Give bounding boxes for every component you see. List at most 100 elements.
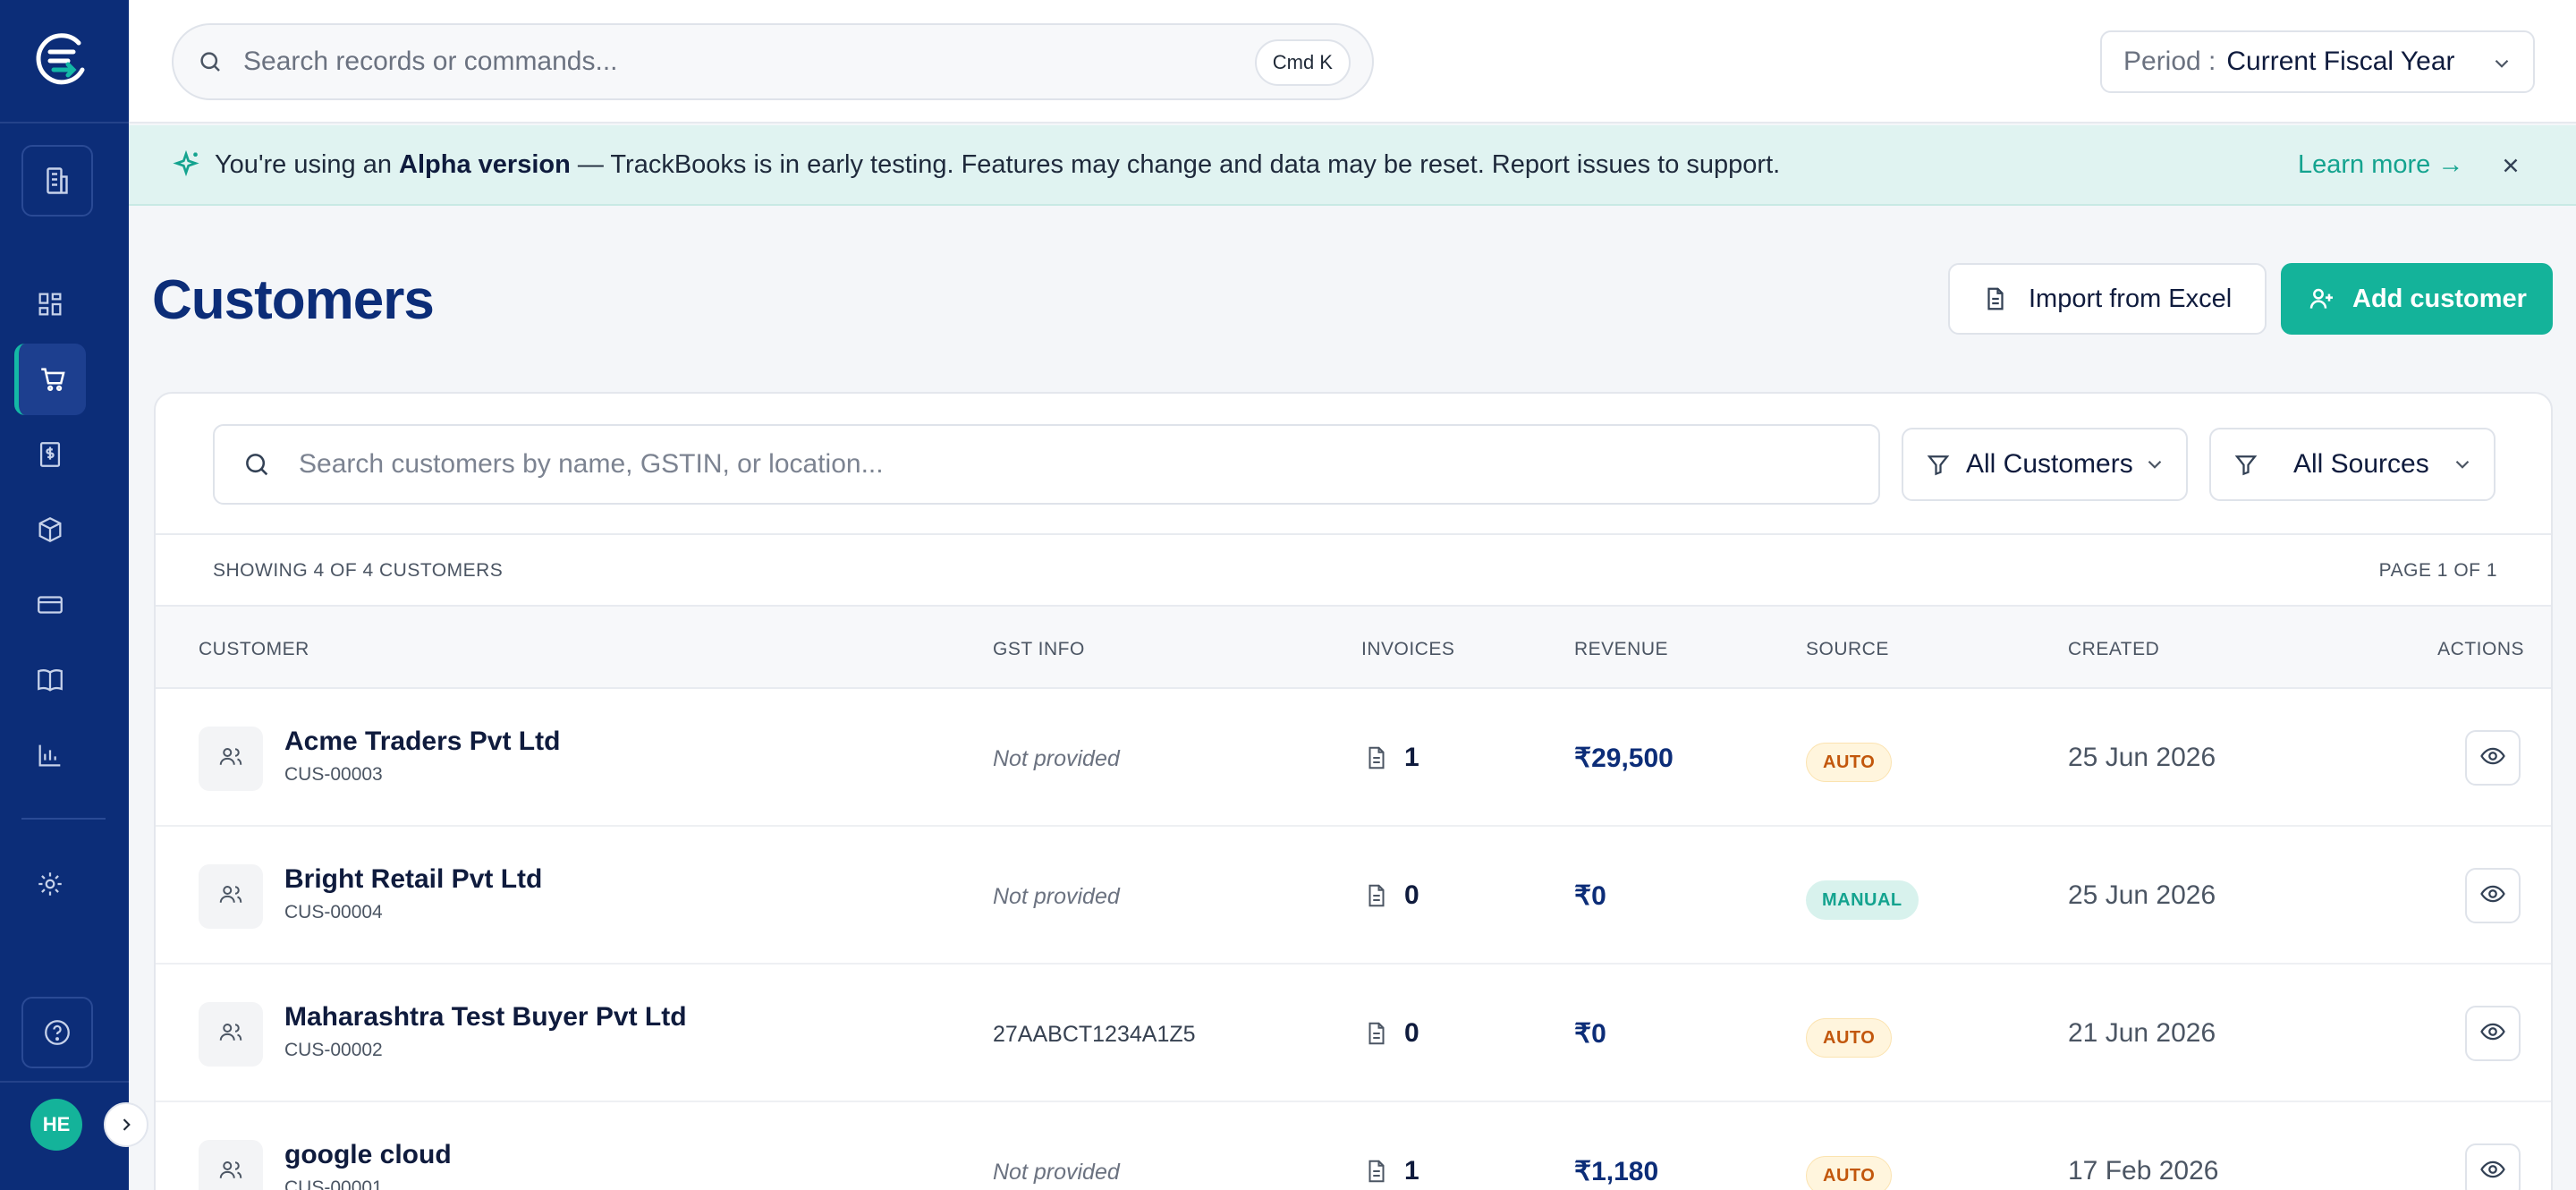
customers-filter-label: All Customers bbox=[1966, 449, 2133, 479]
help-button[interactable] bbox=[21, 997, 93, 1068]
invoice-icon bbox=[1363, 744, 1390, 776]
app-logo[interactable] bbox=[32, 30, 89, 91]
invoice-icon bbox=[1363, 1020, 1390, 1051]
source-badge: AUTO bbox=[1806, 1156, 1893, 1190]
customer-name[interactable]: google cloud bbox=[284, 1140, 452, 1170]
add-customer-button[interactable]: Add customer bbox=[2281, 263, 2553, 335]
customer-search-placeholder: Search customers by name, GSTIN, or loca… bbox=[299, 449, 884, 479]
cart-icon bbox=[40, 368, 65, 392]
col-invoices[interactable]: INVOICES bbox=[1361, 639, 1454, 660]
sidebar-item-invoices[interactable] bbox=[14, 419, 86, 490]
invoice-icon bbox=[1363, 1158, 1390, 1189]
customer-avatar bbox=[199, 1002, 263, 1067]
created-date: 25 Jun 2026 bbox=[2068, 743, 2216, 772]
sidebar-item-sales[interactable] bbox=[14, 344, 86, 415]
filter-icon bbox=[2234, 455, 2258, 476]
learn-more-link[interactable]: Learn more → bbox=[2298, 150, 2463, 180]
created-date: 17 Feb 2026 bbox=[2068, 1156, 2219, 1186]
customer-id: CUS-00004 bbox=[284, 902, 383, 922]
period-select[interactable]: Period : Current Fiscal Year bbox=[2100, 30, 2535, 93]
source-badge: MANUAL bbox=[1806, 880, 1919, 920]
eye-icon bbox=[2479, 743, 2506, 774]
help-icon bbox=[45, 1020, 70, 1045]
user-plus-icon bbox=[2309, 288, 2333, 309]
search-placeholder: Search records or commands... bbox=[243, 47, 618, 76]
table-row[interactable]: google cloud CUS-00001 Not provided 1 ₹1,180… bbox=[156, 1102, 2551, 1190]
users-icon bbox=[217, 744, 244, 775]
bar-chart-icon bbox=[38, 744, 61, 767]
created-date: 25 Jun 2026 bbox=[2068, 880, 2216, 910]
period-label: Period : bbox=[2123, 47, 2216, 76]
add-label: Add customer bbox=[2352, 284, 2527, 313]
customer-name[interactable]: Bright Retail Pvt Ltd bbox=[284, 864, 542, 895]
revenue-value: ₹1,180 bbox=[1574, 1157, 1659, 1186]
page-title: Customers bbox=[152, 269, 435, 331]
book-icon bbox=[38, 669, 63, 692]
view-button[interactable] bbox=[2465, 868, 2521, 923]
import-excel-button[interactable]: Import from Excel bbox=[1948, 263, 2267, 335]
customer-search-input[interactable]: Search customers by name, GSTIN, or loca… bbox=[213, 424, 1880, 505]
results-meta: SHOWING 4 OF 4 CUSTOMERS PAGE 1 OF 1 bbox=[156, 533, 2551, 605]
top-bar: Search records or commands... Cmd K Peri… bbox=[129, 0, 2576, 123]
gst-info: 27AABCT1234A1Z5 bbox=[993, 1022, 1196, 1047]
eye-icon bbox=[2479, 1156, 2506, 1187]
col-customer[interactable]: CUSTOMER bbox=[199, 639, 309, 660]
customer-name[interactable]: Maharashtra Test Buyer Pvt Ltd bbox=[284, 1002, 687, 1033]
customer-name[interactable]: Acme Traders Pvt Ltd bbox=[284, 727, 560, 757]
customers-filter[interactable]: All Customers bbox=[1902, 428, 2188, 501]
page-indicator: PAGE 1 OF 1 bbox=[2378, 560, 2497, 581]
view-button[interactable] bbox=[2465, 1143, 2521, 1190]
chevron-down-icon bbox=[2148, 460, 2162, 469]
search-icon bbox=[200, 52, 220, 72]
col-created[interactable]: CREATED bbox=[2068, 639, 2159, 660]
view-button[interactable] bbox=[2465, 730, 2521, 786]
banner-message: You're using an Alpha version — TrackBoo… bbox=[215, 149, 1781, 179]
sources-filter[interactable]: All Sources bbox=[2209, 428, 2496, 501]
customers-card: Search customers by name, GSTIN, or loca… bbox=[154, 392, 2553, 1190]
sidebar-item-payments[interactable] bbox=[14, 569, 86, 641]
col-gst[interactable]: GST INFO bbox=[993, 639, 1085, 660]
table-row[interactable]: Maharashtra Test Buyer Pvt Ltd CUS-00002 2… bbox=[156, 965, 2551, 1102]
users-icon bbox=[217, 881, 244, 913]
sidebar-item-ledger[interactable] bbox=[14, 644, 86, 716]
sidebar-expand-button[interactable] bbox=[104, 1102, 148, 1147]
customer-avatar bbox=[199, 864, 263, 929]
global-search[interactable]: Search records or commands... Cmd K bbox=[172, 23, 1374, 100]
chevron-down-icon bbox=[2455, 460, 2470, 469]
user-avatar[interactable]: HE bbox=[30, 1099, 82, 1151]
sidebar-separator bbox=[0, 122, 129, 123]
created-date: 21 Jun 2026 bbox=[2068, 1018, 2216, 1048]
table-row[interactable]: Bright Retail Pvt Ltd CUS-00004 Not provid… bbox=[156, 827, 2551, 965]
customer-id: CUS-00002 bbox=[284, 1040, 383, 1060]
customer-id: CUS-00003 bbox=[284, 764, 383, 785]
sidebar-item-settings[interactable] bbox=[14, 848, 86, 920]
invoice-icon bbox=[1363, 882, 1390, 914]
gst-info: Not provided bbox=[993, 1160, 1120, 1185]
source-badge: AUTO bbox=[1806, 1018, 1893, 1058]
company-switcher[interactable] bbox=[21, 145, 93, 217]
shortcut-badge: Cmd K bbox=[1254, 39, 1351, 86]
col-revenue[interactable]: REVENUE bbox=[1574, 639, 1668, 660]
col-source[interactable]: SOURCE bbox=[1806, 639, 1889, 660]
sparkles-icon bbox=[173, 149, 199, 177]
invoice-count: 0 bbox=[1404, 880, 1419, 910]
dashboard-icon bbox=[38, 293, 62, 316]
col-actions: ACTIONS bbox=[2437, 639, 2524, 659]
eye-icon bbox=[2479, 880, 2506, 912]
revenue-value: ₹0 bbox=[1574, 1019, 1606, 1049]
close-icon[interactable] bbox=[2499, 154, 2522, 177]
sidebar-separator bbox=[0, 1081, 129, 1083]
customer-avatar bbox=[199, 727, 263, 791]
building-icon bbox=[47, 167, 68, 194]
revenue-value: ₹29,500 bbox=[1574, 744, 1674, 773]
view-button[interactable] bbox=[2465, 1006, 2521, 1061]
customer-id: CUS-00001 bbox=[284, 1177, 383, 1190]
sidebar-item-inventory[interactable] bbox=[14, 494, 86, 565]
table-row[interactable]: Acme Traders Pvt Ltd CUS-00003 Not provide… bbox=[156, 689, 2551, 827]
sidebar-item-reports[interactable] bbox=[14, 719, 86, 791]
credit-card-icon bbox=[38, 596, 63, 614]
gear-icon bbox=[38, 872, 62, 896]
invoice-count: 1 bbox=[1404, 1156, 1419, 1186]
box-icon bbox=[38, 516, 62, 543]
sidebar-item-dashboard[interactable] bbox=[14, 268, 86, 340]
